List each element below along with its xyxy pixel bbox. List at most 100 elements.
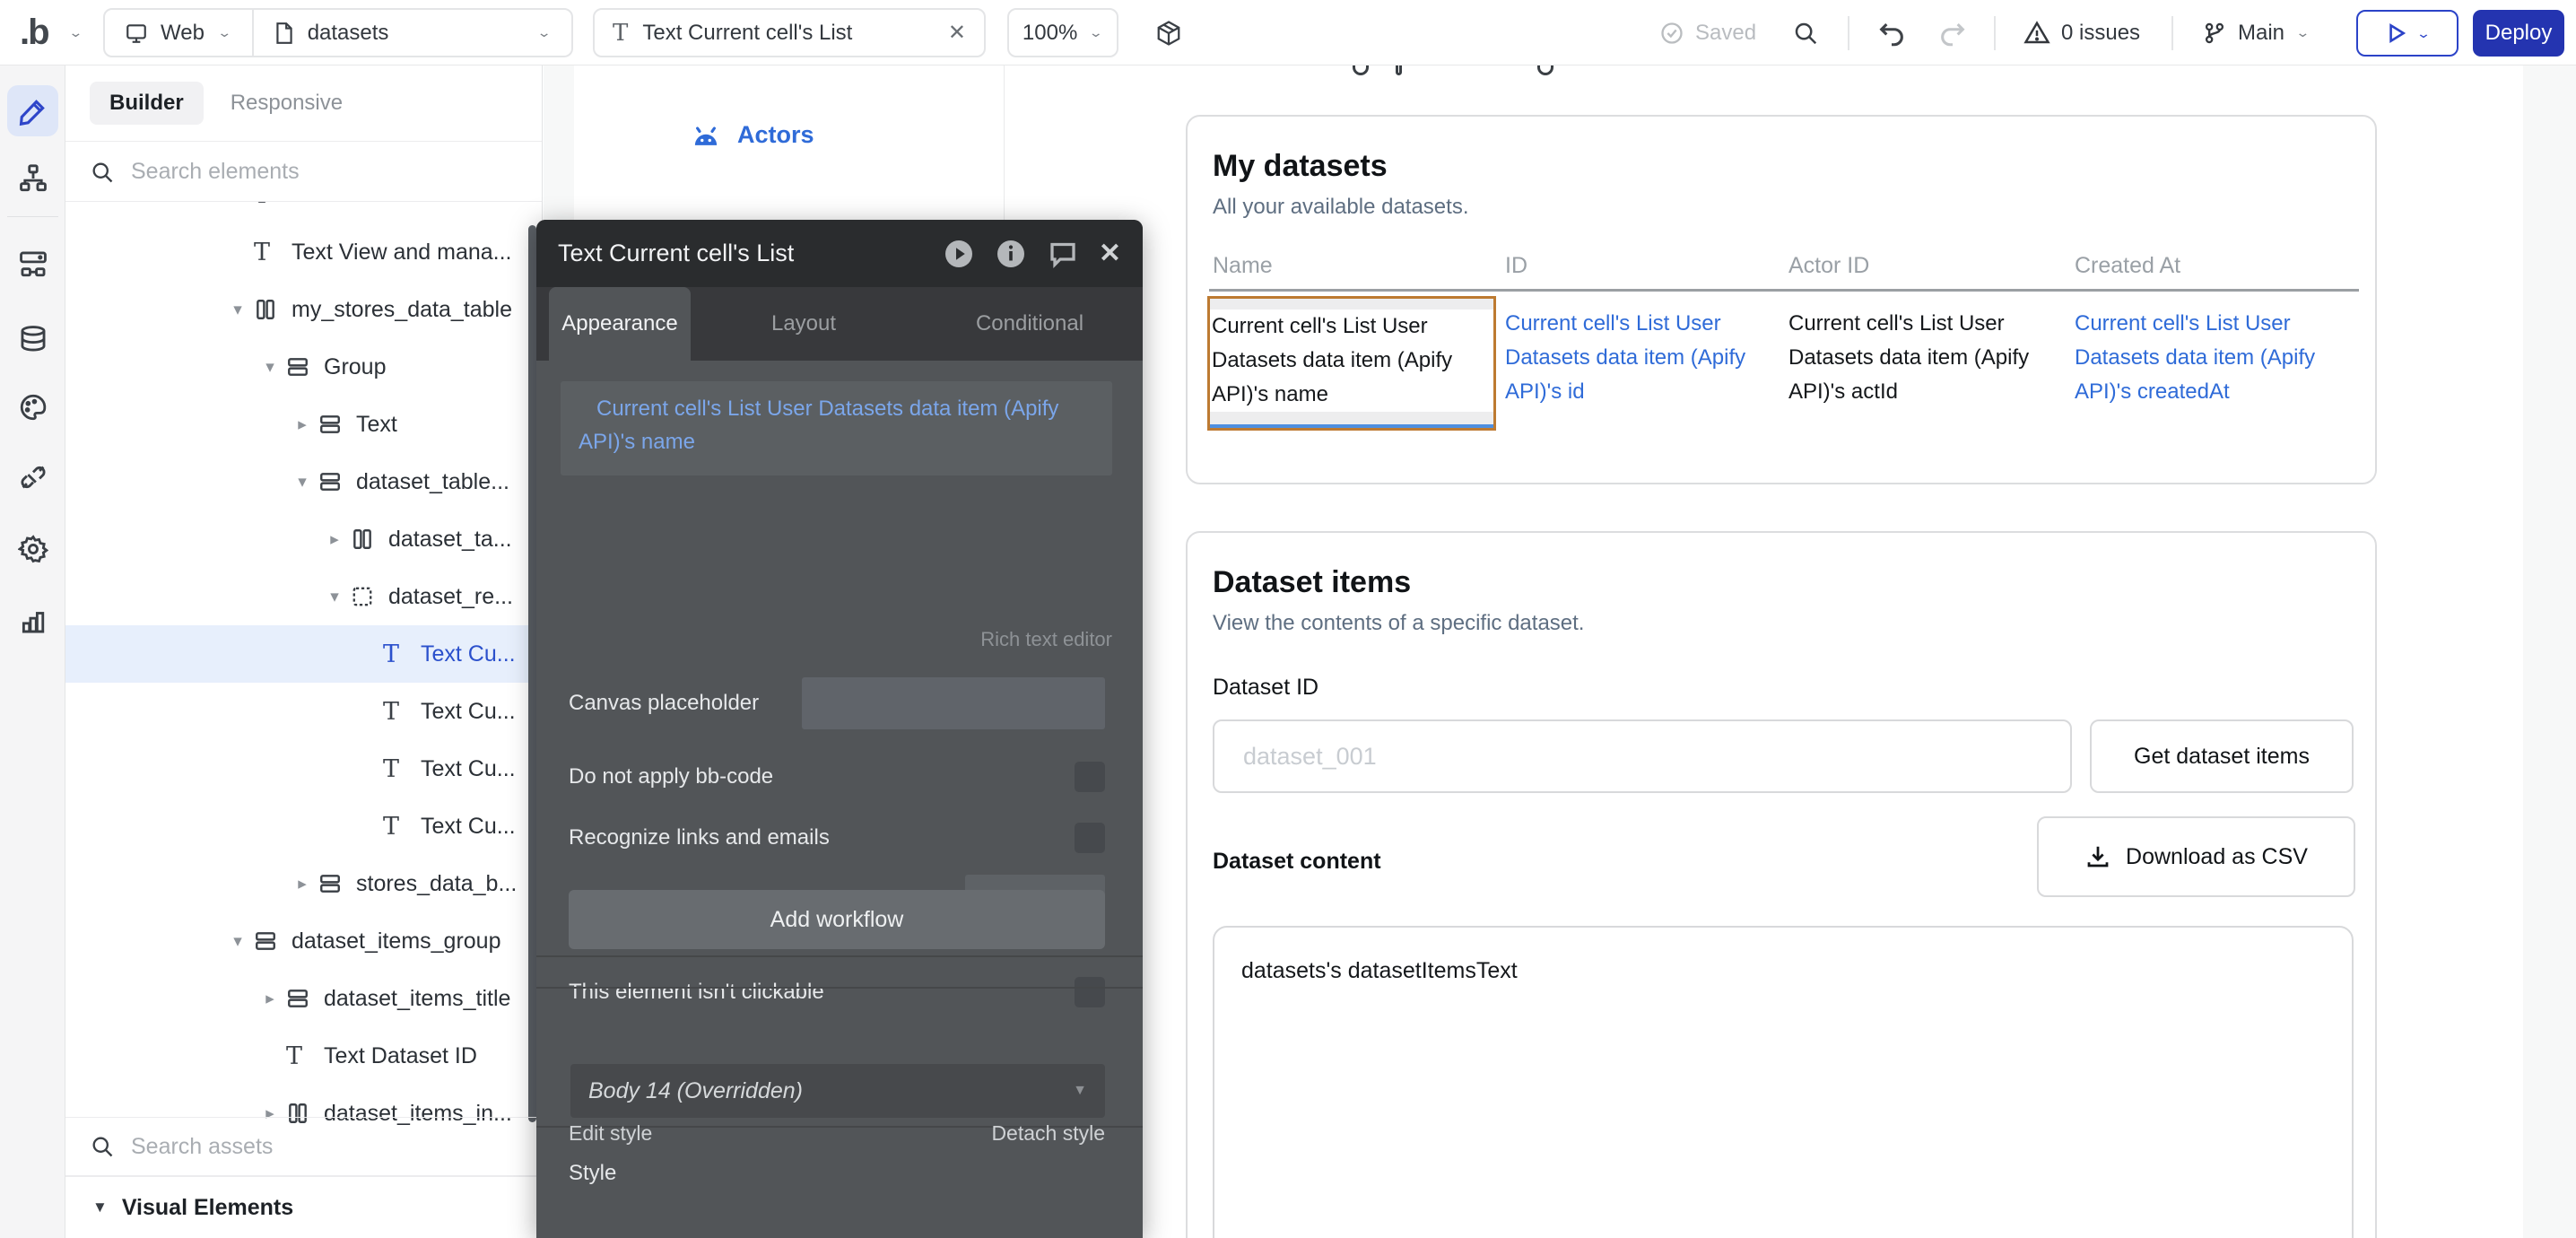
tab-conditional[interactable]: Conditional <box>917 287 1143 361</box>
top-toolbar: .b ⌄ Web ⌄ datasets ⌄ T Text Current cel… <box>0 0 2576 65</box>
bb-code-checkbox[interactable] <box>1075 762 1105 792</box>
branch-selector[interactable]: Main ⌄ <box>2202 0 2311 65</box>
visual-elements-section[interactable]: ▼ Visual Elements <box>65 1176 542 1238</box>
tree-item[interactable]: ▸dataset_items_title <box>65 970 542 1027</box>
search-assets-field[interactable]: Search assets <box>65 1117 542 1176</box>
dataset-id-input[interactable]: dataset_001 <box>1213 719 2072 793</box>
tree-item[interactable]: ▾Group <box>65 338 542 396</box>
deploy-button[interactable]: Deploy <box>2473 10 2564 57</box>
property-editor: Text Current cell's List ✕ Appearance La… <box>536 220 1143 1238</box>
get-dataset-items-button[interactable]: Get dataset items <box>2090 719 2354 793</box>
styles-palette-icon[interactable] <box>7 381 58 432</box>
clipped-text-fragment <box>1537 65 1553 75</box>
dataset-content-label: Dataset content <box>1213 849 1381 875</box>
database-icon[interactable] <box>7 313 58 364</box>
backend-workflows-icon[interactable] <box>7 238 58 289</box>
canvas-placeholder-input[interactable] <box>802 677 1105 729</box>
not-clickable-label: This element isn't clickable <box>569 980 824 1005</box>
logo-chevron-icon[interactable]: ⌄ <box>68 0 83 65</box>
tree-item[interactable]: ▾dataset_items_group <box>65 912 542 970</box>
elements-panel: Builder Responsive Search elements TText… <box>65 65 543 1238</box>
content-expression-field[interactable]: Current cell's List User Datasets data i… <box>561 381 1112 475</box>
warning-triangle-icon <box>2023 20 2050 47</box>
search-elements-placeholder: Search elements <box>131 159 300 185</box>
tab-builder[interactable]: Builder <box>90 82 204 125</box>
dataset-items-card: Dataset items View the contents of a spe… <box>1186 531 2377 1238</box>
close-icon[interactable]: ✕ <box>1099 238 1121 269</box>
table-header-divider <box>1209 289 2359 292</box>
edit-pencil-icon[interactable] <box>7 85 58 136</box>
tree-item[interactable]: ▾my_stores_data_table <box>65 281 542 338</box>
logs-chart-icon[interactable] <box>7 595 58 646</box>
table-cell-id[interactable]: Current cell's List User Datasets data i… <box>1505 307 1774 409</box>
plugins-plug-icon[interactable] <box>7 451 58 502</box>
undo-icon[interactable] <box>1876 0 1907 65</box>
tree-item[interactable]: TText View and mana... <box>65 223 542 281</box>
not-clickable-checkbox[interactable] <box>1075 977 1105 1007</box>
download-csv-button[interactable]: Download as CSV <box>2037 816 2355 897</box>
workflow-tree-icon[interactable] <box>7 153 58 204</box>
bb-code-label: Do not apply bb-code <box>569 764 773 789</box>
open-element-tab[interactable]: T Text Current cell's List ✕ <box>593 8 986 57</box>
search-icon[interactable] <box>1792 0 1819 65</box>
robot-actors-icon <box>691 124 721 147</box>
play-icon <box>2384 22 2407 45</box>
column-header: Actor ID <box>1788 253 2075 279</box>
run-play-icon[interactable] <box>943 238 975 270</box>
tree-item[interactable]: ▸stores_data_b... <box>65 855 542 912</box>
recognize-links-label: Recognize links and emails <box>569 825 830 850</box>
tree-item[interactable]: ▸Text <box>65 396 542 453</box>
search-icon <box>90 160 115 185</box>
tree-item[interactable]: TText Cu... <box>65 798 542 855</box>
settings-gear-icon[interactable] <box>7 523 58 574</box>
selected-canvas-element[interactable]: Current cell's List User Datasets data i… <box>1207 296 1496 431</box>
tree-item-selected[interactable]: TText Cu... <box>65 625 542 683</box>
card-subtitle: View the contents of a specific dataset. <box>1213 611 2350 636</box>
page-selector[interactable]: datasets ⌄ <box>254 21 571 46</box>
tree-item[interactable]: TText Cu... <box>65 683 542 740</box>
caret-down-icon: ▾ <box>222 300 254 320</box>
detach-style-link[interactable]: Detach style <box>991 1121 1105 1146</box>
open-tab-label: Text Current cell's List <box>642 21 852 46</box>
column-header: Created At <box>2075 253 2180 279</box>
close-icon[interactable]: ✕ <box>948 20 966 46</box>
property-editor-body: Current cell's List User Datasets data i… <box>536 361 1143 1238</box>
tree-item[interactable]: TText Cu... <box>65 740 542 798</box>
bubble-logo: .b <box>20 13 48 53</box>
app-logo[interactable]: .b <box>20 0 48 65</box>
branch-label: Main <box>2238 21 2284 46</box>
tree-item[interactable]: ▸dataset_ta... <box>65 510 542 568</box>
search-elements-field[interactable]: Search elements <box>65 143 542 202</box>
edit-style-link[interactable]: Edit style <box>569 1121 652 1146</box>
chevron-down-icon: ⌄ <box>536 25 552 41</box>
card-title: Dataset items <box>1213 565 2350 600</box>
tree-item[interactable]: ▾dataset_table... <box>65 453 542 510</box>
tree-item[interactable]: ▾dataset_re... <box>65 568 542 625</box>
page-file-icon <box>274 22 295 45</box>
tree-item[interactable]: TText Dataset ID <box>65 1027 542 1085</box>
tab-responsive[interactable]: Responsive <box>218 82 355 125</box>
tree-scrollbar[interactable] <box>528 225 536 1122</box>
recognize-links-checkbox[interactable] <box>1075 823 1105 853</box>
tree-item[interactable]: TText Datasets <box>65 202 542 223</box>
redo-icon[interactable] <box>1937 0 1968 65</box>
table-header: Name ID Actor ID Created At <box>1213 253 2354 279</box>
nav-item-actors[interactable]: Actors <box>691 121 814 149</box>
preview-button[interactable]: ⌄ <box>2356 10 2459 57</box>
table-cell-created-at[interactable]: Current cell's List User Datasets data i… <box>2075 307 2362 409</box>
add-workflow-button[interactable]: Add workflow <box>569 890 1105 949</box>
zoom-selector[interactable]: 100% ⌄ <box>1007 8 1118 57</box>
platform-label: Web <box>161 21 205 46</box>
chevron-down-icon: ⌄ <box>1088 25 1103 41</box>
platform-selector[interactable]: Web ⌄ <box>105 21 252 46</box>
tab-appearance[interactable]: Appearance <box>549 287 691 361</box>
comment-icon[interactable] <box>1047 238 1079 270</box>
property-editor-header[interactable]: Text Current cell's List ✕ <box>536 220 1143 287</box>
package-icon[interactable] <box>1155 0 1182 65</box>
info-icon[interactable] <box>995 238 1027 270</box>
style-select[interactable]: Body 14 (Overridden) ▼ <box>570 1064 1105 1118</box>
tab-layout[interactable]: Layout <box>691 287 917 361</box>
saved-check-icon <box>1659 21 1684 46</box>
rich-text-editor-link[interactable]: Rich text editor <box>980 628 1112 651</box>
issues-indicator[interactable]: 0 issues <box>2023 0 2140 65</box>
